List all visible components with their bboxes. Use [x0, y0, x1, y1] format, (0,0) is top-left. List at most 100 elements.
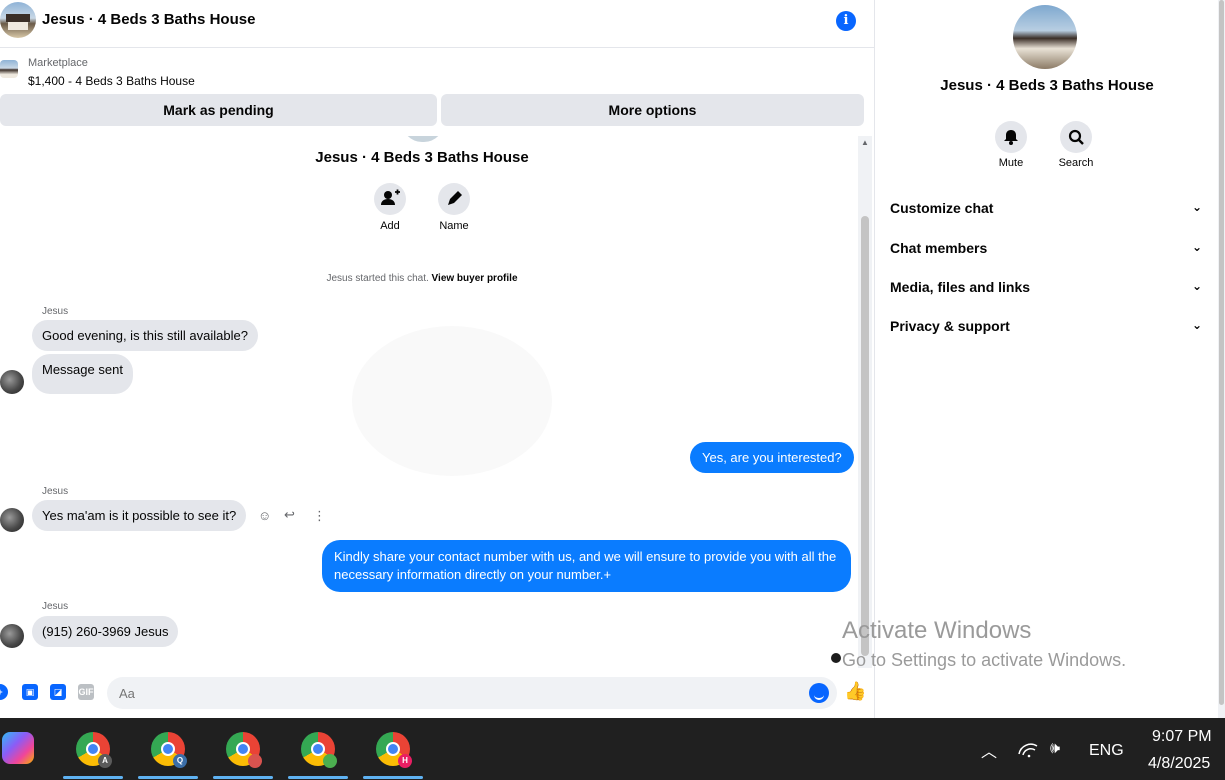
page-scrollbar[interactable] [1218, 0, 1225, 718]
profile-badge: H [398, 754, 412, 768]
section-media-files-links[interactable]: Media, files and links ⌄ [890, 279, 1202, 303]
cursor-dot [831, 653, 841, 663]
section-label: Customize chat [890, 200, 994, 216]
intro-avatar [402, 136, 444, 142]
profile-badge: Q [173, 754, 187, 768]
chevron-down-icon: ⌄ [1191, 200, 1202, 214]
message-input[interactable] [107, 677, 837, 709]
sender-avatar[interactable] [0, 370, 24, 394]
profile-badge [248, 754, 262, 768]
started-text: Jesus started this chat. [326, 273, 429, 284]
active-indicator [363, 776, 423, 779]
more-actions-icon[interactable]: ⋮ [313, 508, 326, 524]
add-person-button[interactable] [374, 183, 406, 215]
scroll-thumb[interactable] [861, 216, 869, 656]
chrome-core [86, 742, 100, 756]
chrome-profile-h-icon[interactable]: H [376, 732, 412, 768]
blurred-region [352, 326, 552, 476]
chevron-down-icon: ⌄ [1191, 240, 1202, 254]
messenger-app: Jesus · 4 Beds 3 Baths House i Marketpla… [0, 0, 1225, 718]
view-buyer-profile-link[interactable]: View buyer profile [432, 273, 518, 284]
chrome-core [236, 742, 250, 756]
chat-avatar[interactable] [0, 2, 36, 38]
chevron-down-icon: ⌄ [1191, 279, 1202, 293]
outgoing-message[interactable]: Kindly share your contact number with us… [322, 540, 851, 592]
mark-pending-button[interactable]: Mark as pending [0, 94, 437, 126]
scroll-up-arrow-icon[interactable]: ▲ [861, 138, 869, 147]
section-label: Privacy & support [890, 318, 1010, 334]
add-person-icon [381, 189, 400, 205]
pencil-icon [448, 191, 462, 205]
wifi-svg [1018, 743, 1038, 758]
chrome-core [311, 742, 325, 756]
more-options-button[interactable]: More options [441, 94, 864, 126]
profile-badge [323, 754, 337, 768]
copilot-icon[interactable] [2, 732, 34, 764]
section-label: Chat members [890, 240, 988, 256]
search-button[interactable] [1060, 121, 1092, 153]
chat-title[interactable]: Jesus · 4 Beds 3 Baths House [42, 11, 255, 28]
search-label: Search [1058, 157, 1094, 169]
sender-avatar[interactable] [0, 508, 24, 532]
details-panel [876, 0, 1218, 718]
active-indicator [213, 776, 273, 779]
thumbs-up-icon[interactable]: 👍 [844, 681, 866, 702]
intro-name: Jesus · 4 Beds 3 Baths House [315, 149, 529, 166]
outgoing-message[interactable]: Yes, are you interested? [690, 442, 854, 473]
sender-avatar[interactable] [0, 624, 24, 648]
chrome-profile-4-icon[interactable] [301, 732, 337, 768]
section-privacy-support[interactable]: Privacy & support ⌄ [890, 318, 1202, 342]
add-label: Add [380, 220, 400, 232]
clock-date[interactable]: 4/8/2025 [1148, 755, 1210, 773]
details-name: Jesus · 4 Beds 3 Baths House [940, 77, 1154, 94]
incoming-message[interactable]: Message sent [32, 354, 133, 394]
section-customize-chat[interactable]: Customize chat ⌄ [890, 200, 1202, 224]
chevron-up-icon[interactable]: ︿ [981, 738, 997, 762]
volume-icon[interactable]: 🕪 [1050, 740, 1060, 758]
sender-name: Jesus [42, 601, 69, 612]
chrome-profile-a-icon[interactable]: A [76, 732, 112, 768]
listing-price: $1,400 - 4 Beds 3 Baths House [28, 74, 195, 88]
edit-name-button[interactable] [438, 183, 470, 215]
details-avatar[interactable] [1013, 5, 1077, 69]
section-chat-members[interactable]: Chat members ⌄ [890, 240, 1202, 264]
chrome-profile-3-icon[interactable] [226, 732, 262, 768]
sender-name: Jesus [42, 486, 69, 497]
name-label: Name [439, 220, 469, 232]
gif-icon[interactable]: GIF [78, 684, 94, 700]
activate-windows-subtitle: Go to Settings to activate Windows. [842, 650, 1127, 670]
house-body-shape [8, 22, 28, 30]
image-icon[interactable]: ▣ [22, 684, 38, 700]
listing-source: Marketplace [28, 57, 88, 69]
chrome-core [161, 742, 175, 756]
info-icon[interactable]: i [836, 11, 856, 31]
chat-header: Jesus · 4 Beds 3 Baths House i [0, 0, 875, 48]
bell-icon [1004, 130, 1018, 145]
section-label: Media, files and links [890, 279, 1031, 295]
wifi-icon[interactable] [1017, 740, 1039, 763]
clock-time[interactable]: 9:07 PM [1152, 728, 1212, 746]
react-icon[interactable]: ☺ [258, 508, 271, 523]
message-list: Jesus · 4 Beds 3 Baths House Add Name Je… [0, 136, 858, 668]
emoji-icon[interactable] [809, 683, 829, 703]
reply-icon[interactable]: ↩ [284, 507, 295, 523]
active-indicator [138, 776, 198, 779]
chrome-profile-q-icon[interactable]: Q [151, 732, 187, 768]
active-indicator [63, 776, 123, 779]
search-icon [1068, 129, 1084, 145]
incoming-message[interactable]: (915) 260-3969 Jesus [32, 616, 179, 647]
page-scroll-thumb[interactable] [1219, 0, 1224, 705]
chrome-core [386, 742, 400, 756]
profile-badge: A [98, 754, 112, 768]
incoming-message[interactable]: Good evening, is this still available? [32, 320, 258, 351]
sticker-icon[interactable]: ◪ [50, 684, 66, 700]
mute-button[interactable] [995, 121, 1027, 153]
chevron-down-icon: ⌄ [1191, 318, 1202, 332]
incoming-message[interactable]: Yes ma'am is it possible to see it? [32, 500, 247, 531]
house-roof-shape [6, 14, 30, 22]
activate-windows-title: Activate Windows [842, 617, 1032, 644]
message-scrollbar[interactable]: ▲ [858, 136, 872, 668]
language-indicator[interactable]: ENG [1089, 742, 1124, 760]
chat-started-notice: Jesus started this chat. View buyer prof… [0, 273, 844, 284]
mute-label: Mute [998, 157, 1024, 169]
